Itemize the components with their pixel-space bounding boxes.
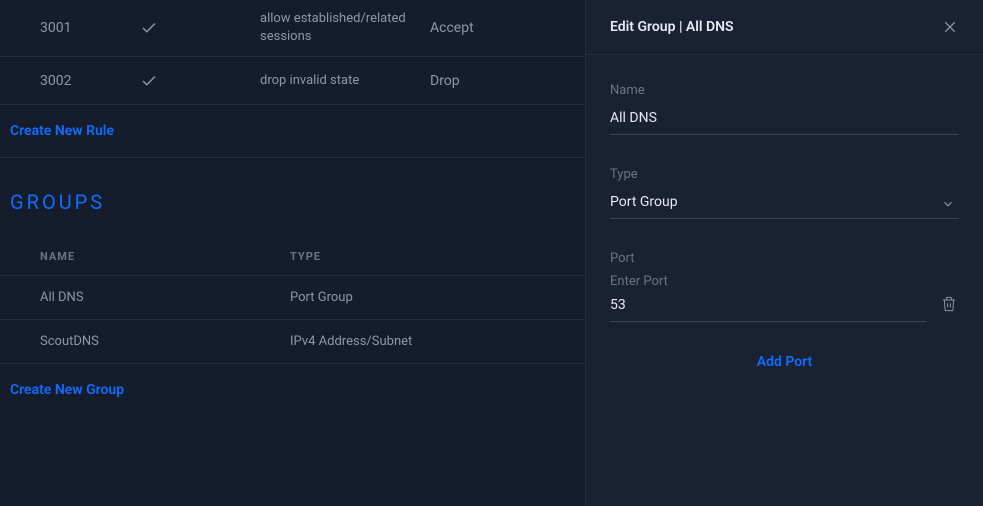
rule-description: allow established/related sessions xyxy=(260,10,420,46)
rule-action: Drop xyxy=(420,73,460,89)
create-group-link[interactable]: Create New Group xyxy=(0,364,585,416)
main-content: 3001 allow established/related sessions … xyxy=(0,0,585,506)
rule-action: Accept xyxy=(420,20,474,36)
groups-table: NAME TYPE All DNS Port Group ScoutDNS IP… xyxy=(0,238,585,364)
rule-id: 3002 xyxy=(0,73,140,89)
rule-row[interactable]: 3001 allow established/related sessions … xyxy=(0,0,585,57)
groups-header-row: NAME TYPE xyxy=(0,238,585,276)
group-type: IPv4 Address/Subnet xyxy=(290,334,412,349)
check-icon xyxy=(140,19,158,37)
name-label: Name xyxy=(610,83,959,98)
rule-enabled-cell xyxy=(140,19,260,37)
group-row[interactable]: ScoutDNS IPv4 Address/Subnet xyxy=(0,320,585,364)
groups-col-name: NAME xyxy=(0,250,290,263)
group-name: All DNS xyxy=(0,290,290,305)
group-type: Port Group xyxy=(290,290,353,305)
port-field-group: Port Enter Port xyxy=(610,251,959,322)
port-label: Port xyxy=(610,251,959,266)
groups-col-type: TYPE xyxy=(290,250,321,263)
rule-id: 3001 xyxy=(0,20,140,36)
create-rule-link[interactable]: Create New Rule xyxy=(0,105,585,158)
check-icon xyxy=(140,72,158,90)
port-input-wrap: Enter Port xyxy=(610,274,927,322)
delete-port-button[interactable] xyxy=(939,294,959,322)
panel-header: Edit Group | All DNS xyxy=(586,0,983,55)
rule-description: drop invalid state xyxy=(260,72,420,90)
add-port-button[interactable]: Add Port xyxy=(610,354,959,370)
type-label: Type xyxy=(610,167,959,182)
port-input[interactable] xyxy=(610,293,927,322)
edit-group-panel: Edit Group | All DNS Name Type Port Grou… xyxy=(585,0,983,506)
type-field-group: Type Port Group xyxy=(610,167,959,219)
port-row: Enter Port xyxy=(610,274,959,322)
name-input[interactable] xyxy=(610,106,959,135)
panel-body: Name Type Port Group Port Enter Port xyxy=(586,55,983,506)
type-select-value: Port Group xyxy=(610,190,959,218)
groups-heading: GROUPS xyxy=(0,158,585,238)
rule-row[interactable]: 3002 drop invalid state Drop xyxy=(0,57,585,105)
type-select[interactable]: Port Group xyxy=(610,190,959,219)
name-field-group: Name xyxy=(610,83,959,135)
panel-title: Edit Group | All DNS xyxy=(610,19,734,35)
close-button[interactable] xyxy=(941,18,959,36)
rules-table: 3001 allow established/related sessions … xyxy=(0,0,585,105)
close-icon xyxy=(942,19,958,35)
group-row[interactable]: All DNS Port Group xyxy=(0,276,585,320)
group-name: ScoutDNS xyxy=(0,334,290,349)
rule-enabled-cell xyxy=(140,72,260,90)
trash-icon xyxy=(941,295,957,313)
port-placeholder-label: Enter Port xyxy=(610,274,927,289)
